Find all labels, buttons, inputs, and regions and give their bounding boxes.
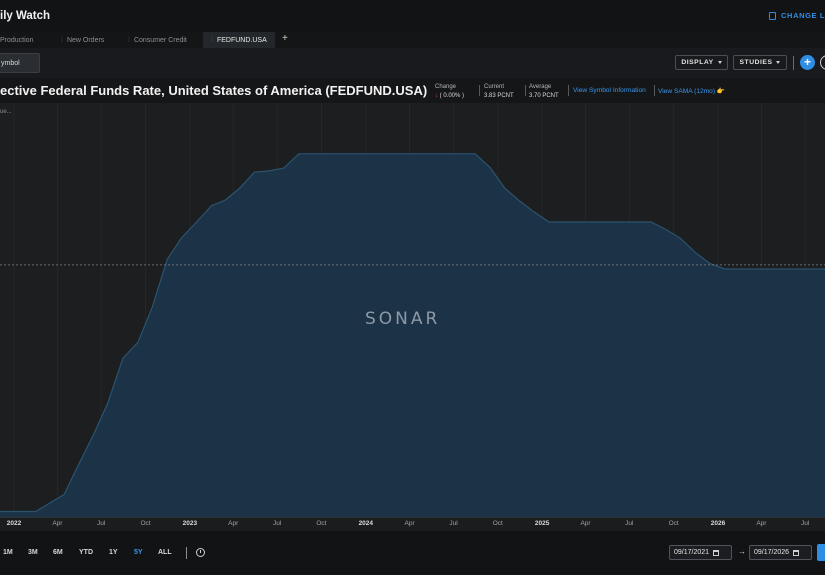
tab-new-orders[interactable]: ⁞ New Orders	[61, 32, 104, 48]
x-tick-label: Jul	[449, 520, 458, 527]
x-tick-label: 2024	[358, 520, 374, 527]
x-tick-label: 2025	[534, 520, 550, 527]
app-title: ily Watch	[0, 10, 51, 22]
range-all-button[interactable]: ALL	[158, 549, 172, 556]
current-value: 3.83 PCNT	[484, 92, 514, 99]
top-bar: ily Watch CHANGE L	[0, 0, 825, 32]
chart-toolbar: ymbol DISPLAY STUDIES	[0, 48, 825, 78]
symbol-search-button[interactable]: ymbol	[0, 53, 40, 73]
average-stat: Average 3.70 PCNT	[529, 83, 559, 100]
x-axis: 2022 Apr Jul Oct 2023 Apr Jul Oct 2024 Apr Jul Oct 2…	[0, 517, 825, 531]
change-stat: Change ↓ ( 0.00% )	[435, 83, 464, 100]
chart-title: ective Federal Funds Rate, United States…	[0, 83, 428, 98]
calendar-icon[interactable]	[713, 549, 720, 556]
start-date-value: 09/17/2021	[674, 549, 710, 556]
toolbar-divider	[793, 56, 794, 70]
range-1y-button[interactable]: 1Y	[109, 549, 118, 556]
x-tick-label: Jul	[801, 520, 810, 527]
range-5y-button[interactable]: 5Y	[134, 549, 143, 556]
change-label: Change	[435, 84, 457, 90]
x-tick-label: Apr	[404, 520, 415, 527]
tab-production[interactable]: Production	[0, 32, 33, 48]
range-bar: 1M 3M 6M YTD 1Y 5Y ALL 09/17/2021 → 09/1…	[0, 531, 825, 575]
chart-legend-truncated: ue...	[0, 109, 12, 115]
stat-divider	[568, 85, 569, 96]
tab-consumer-credit[interactable]: ⁞ Consumer Credit	[128, 32, 187, 48]
display-label: DISPLAY	[681, 59, 714, 66]
range-6m-button[interactable]: 6M	[53, 549, 63, 556]
calendar-icon[interactable]	[793, 549, 800, 556]
end-date-input[interactable]: 09/17/2026	[749, 545, 812, 560]
studies-dropdown[interactable]: STUDIES	[733, 55, 787, 70]
series-area	[0, 153, 825, 517]
x-tick-label: Oct	[316, 520, 327, 527]
link-divider	[654, 85, 655, 96]
current-label: Current	[484, 84, 505, 90]
start-date-input[interactable]: 09/17/2021	[669, 545, 732, 560]
drag-handle-icon[interactable]: ⁞	[128, 37, 130, 44]
change-value: ( 0.00% )	[439, 92, 465, 99]
view-symbol-info-link[interactable]: View Symbol Information	[573, 87, 646, 94]
drag-handle-icon[interactable]: ⁞	[211, 37, 213, 44]
stat-divider	[525, 85, 526, 96]
tab-label: FEDFUND.USA	[216, 36, 267, 44]
change-layout-button[interactable]: CHANGE L	[769, 11, 825, 20]
clock-icon[interactable]	[196, 548, 205, 557]
sonar-watermark: SONAR	[365, 309, 441, 329]
display-dropdown[interactable]: DISPLAY	[675, 55, 728, 70]
studies-label: STUDIES	[739, 59, 773, 66]
x-tick-label: Apr	[580, 520, 591, 527]
range-3m-button[interactable]: 3M	[28, 549, 38, 556]
x-tick-label: Oct	[140, 520, 151, 527]
tab-strip: Production ⁞ New Orders ⁞ Consumer Credi…	[0, 32, 825, 48]
average-value: 3.70 PCNT	[529, 92, 559, 99]
x-tick-label: Apr	[52, 520, 63, 527]
x-tick-label: Jul	[97, 520, 106, 527]
x-tick-label: 2026	[710, 520, 726, 527]
x-tick-label: Jul	[272, 520, 282, 527]
layout-icon	[769, 11, 777, 20]
x-tick-label: Oct	[668, 520, 679, 527]
end-date-value: 09/17/2026	[754, 549, 790, 556]
chevron-down-icon	[776, 61, 781, 64]
x-tick-label: Jul	[625, 520, 634, 527]
chart-header: ective Federal Funds Rate, United States…	[0, 80, 825, 102]
x-tick-label: 2023	[182, 520, 198, 527]
range-ytd-button[interactable]: YTD	[79, 549, 93, 556]
apply-range-button[interactable]	[817, 544, 825, 561]
x-tick-label: Oct	[492, 520, 503, 527]
add-tab-button[interactable]: +	[282, 33, 288, 44]
x-tick-label: Apr	[228, 520, 239, 527]
x-tick-label: Apr	[756, 520, 767, 527]
arrow-right-icon: →	[738, 547, 746, 556]
tab-fedfund-usa[interactable]: ⁞ FEDFUND.USA	[203, 32, 275, 48]
current-stat: Current 3.83 PCNT	[484, 83, 514, 100]
add-button[interactable]: +	[800, 55, 815, 70]
tab-label: New Orders	[66, 36, 105, 44]
tab-label: Consumer Credit	[133, 36, 187, 44]
tab-label: Production	[0, 36, 34, 44]
chevron-down-icon	[717, 61, 722, 64]
stat-divider	[479, 85, 480, 96]
change-layout-label: CHANGE L	[781, 11, 825, 20]
chart-area[interactable]: ue... SONAR	[0, 103, 825, 517]
view-sama-link[interactable]: View SAMA (12mo) 👉	[658, 87, 725, 95]
x-tick-label: 2022	[6, 520, 22, 527]
average-label: Average	[529, 84, 552, 90]
range-divider	[186, 547, 187, 559]
drag-handle-icon[interactable]: ⁞	[61, 37, 63, 44]
range-1m-button[interactable]: 1M	[3, 549, 13, 556]
down-arrow-icon: ↓	[435, 92, 438, 99]
